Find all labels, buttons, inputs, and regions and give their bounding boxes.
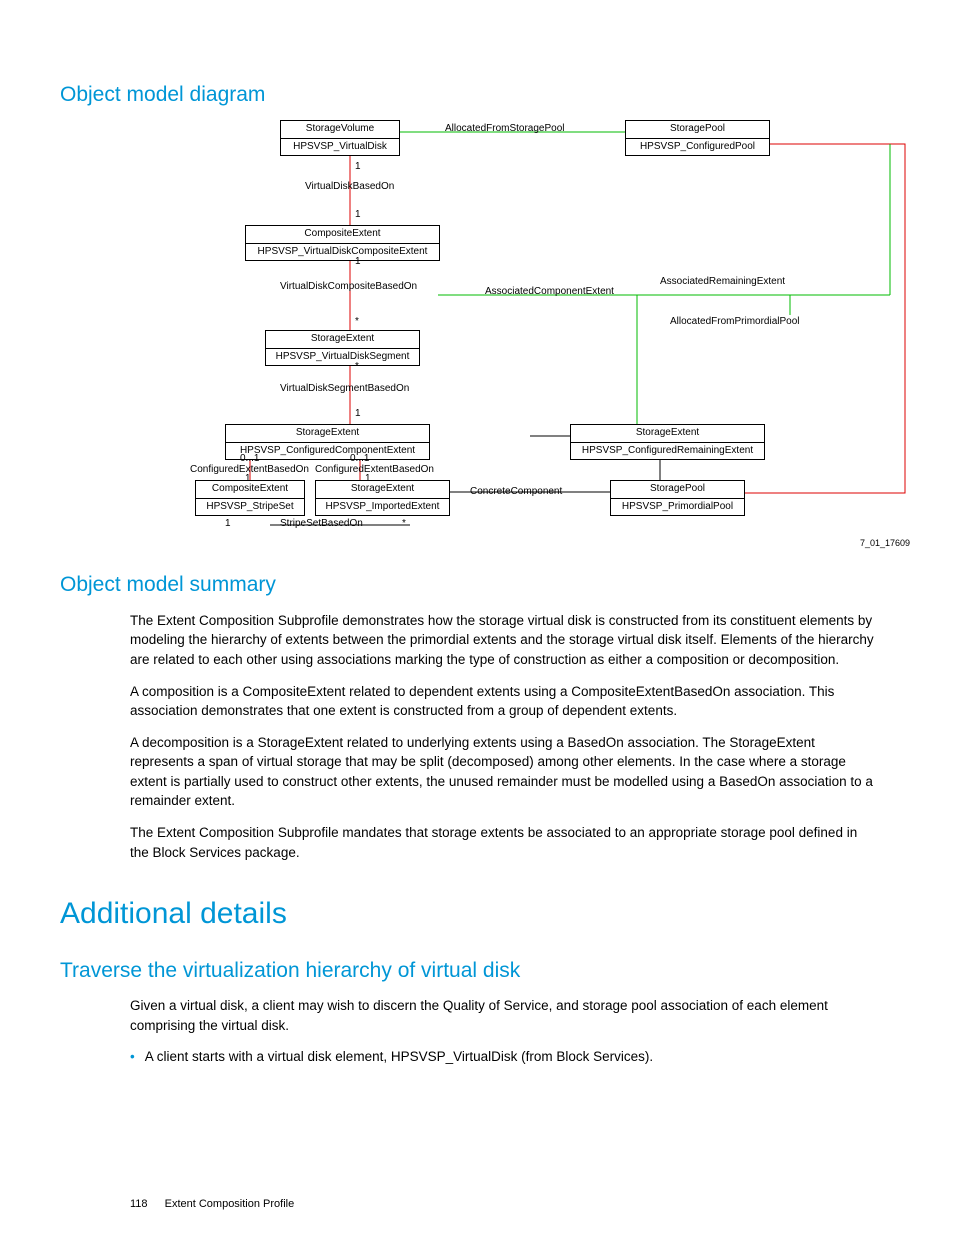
label-stripesetbasedon: StripeSetBasedOn <box>280 517 363 532</box>
label-allocfromprimordialpool: AllocatedFromPrimordialPool <box>670 315 800 330</box>
page-footer: 118 Extent Composition Profile <box>130 1197 894 1213</box>
footer-section: Extent Composition Profile <box>165 1198 295 1210</box>
object-model-diagram: StorageVolume HPSVSP_VirtualDisk Storage… <box>170 120 910 550</box>
entity-sub: HPSVSP_StripeSet <box>196 499 304 516</box>
entity-sub: HPSVSP_VirtualDiskCompositeExtent <box>246 244 439 261</box>
label-allocatedfromstoragepool: AllocatedFromStoragePool <box>445 122 565 137</box>
entity-title: StorageExtent <box>266 331 419 349</box>
entity-sub: HPSVSP_ConfiguredPool <box>626 139 769 156</box>
figure-number: 7_01_17609 <box>860 537 910 550</box>
entity-sub: HPSVSP_ConfiguredRemainingExtent <box>571 443 764 460</box>
label-mult: * <box>402 517 406 532</box>
entity-title: StorageVolume <box>281 121 399 139</box>
entity-sub: HPSVSP_VirtualDiskSegment <box>266 349 419 366</box>
label-assocremainingextent: AssociatedRemainingExtent <box>660 275 785 290</box>
paragraph: The Extent Composition Subprofile mandat… <box>130 823 874 862</box>
list-item: A client starts with a virtual disk elem… <box>130 1047 874 1067</box>
label-mult: 1 <box>355 208 361 223</box>
label-mult: 1 <box>355 407 361 422</box>
entity-title: StorageExtent <box>226 425 429 443</box>
label-configuredextentbasedon: ConfiguredExtentBasedOn <box>315 463 434 478</box>
entity-sub: HPSVSP_PrimordialPool <box>611 499 744 516</box>
label-assoccomponentextent: AssociatedComponentExtent <box>485 285 614 300</box>
label-mult: * <box>355 315 359 330</box>
paragraph: A decomposition is a StorageExtent relat… <box>130 733 874 811</box>
entity-title: StorageExtent <box>571 425 764 443</box>
label-concretecomponent: ConcreteComponent <box>470 485 562 500</box>
paragraph: The Extent Composition Subprofile demons… <box>130 611 874 670</box>
entity-title: StorageExtent <box>316 481 449 499</box>
label-virtualdiskcompositebasedon: VirtualDiskCompositeBasedOn <box>280 280 417 295</box>
label-mult: 1 <box>365 472 371 487</box>
label-mult: 1 <box>225 517 231 532</box>
page-number: 118 <box>130 1198 148 1210</box>
label-mult: * <box>355 360 359 375</box>
entity-sub: HPSVSP_VirtualDisk <box>281 139 399 156</box>
label-virtualdiskbasedon: VirtualDiskBasedOn <box>305 180 394 195</box>
label-mult: 1 <box>355 160 361 175</box>
heading-object-model-summary: Object model summary <box>60 570 894 600</box>
entity-title: StoragePool <box>626 121 769 139</box>
paragraph: A composition is a CompositeExtent relat… <box>130 682 874 721</box>
entity-title: CompositeExtent <box>246 226 439 244</box>
label-mult: 1 <box>355 255 361 270</box>
heading-object-model-diagram: Object model diagram <box>60 80 894 110</box>
label-virtualdisksegmentbasedon: VirtualDiskSegmentBasedOn <box>280 382 409 397</box>
entity-sub: HPSVSP_ImportedExtent <box>316 499 449 516</box>
label-mult: 1 <box>245 472 251 487</box>
paragraph: Given a virtual disk, a client may wish … <box>130 996 874 1035</box>
entity-title: StoragePool <box>611 481 744 499</box>
heading-additional-details: Additional details <box>60 892 894 936</box>
heading-traverse-hierarchy: Traverse the virtualization hierarchy of… <box>60 956 894 986</box>
